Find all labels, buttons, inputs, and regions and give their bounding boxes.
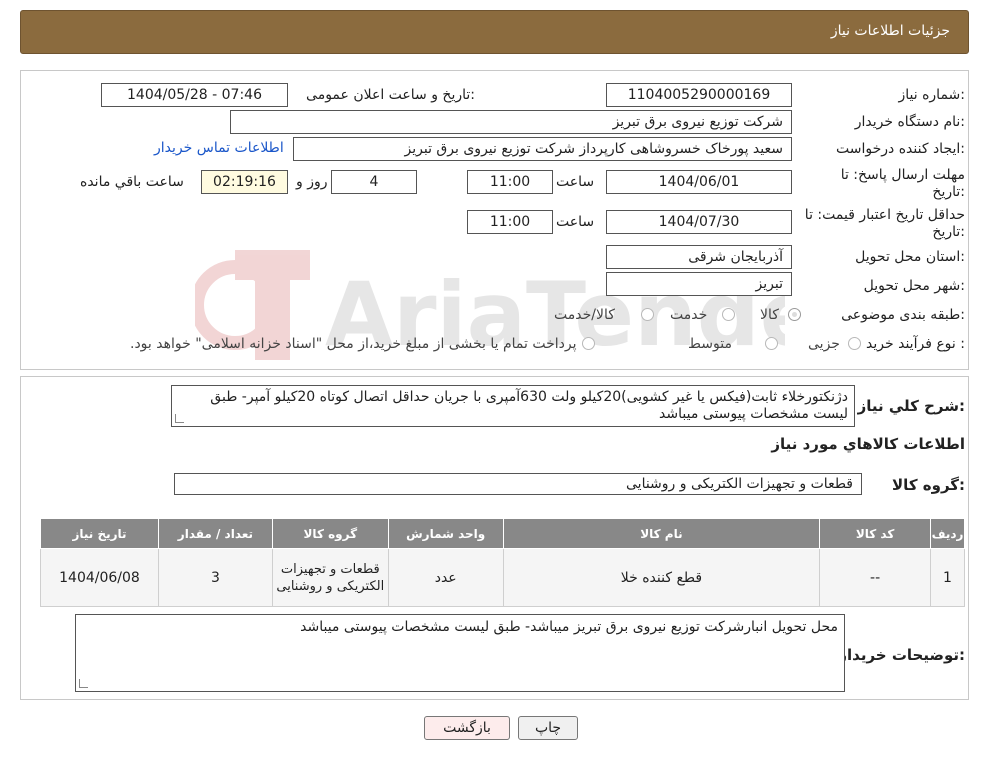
buyer-notes-text: محل تحویل انبارشرکت توزیع نیروی برق تبری… [300,619,838,635]
process-note: پرداخت تمام یا بخشی از مبلغ خرید،از محل … [130,336,577,352]
goods-group-field: قطعات و تجهیزات الکتریکی و روشنایی [174,473,862,495]
page-title: جزئیات اطلاعات نیاز [830,23,950,39]
goods-section-title: اطلاعات کالاهاي مورد نياز [771,435,965,453]
category-label: طبقه بندی موضوعی: [841,307,965,323]
validity-time-field: 11:00 [467,210,553,234]
col-row: رديف [930,518,965,549]
category-option-goods-service: کالا/خدمت [554,307,615,323]
buyer-org-field: شرکت توزیع نیروی برق تبریز [230,110,792,134]
table-row: 1 -- قطع کننده خلا عدد قطعات و تجهیزات ا… [40,548,965,607]
col-group: گروه کالا [271,518,389,549]
validity-label: حداقل تاریخ اعتبار قیمت: تا [804,207,965,223]
process-radio-medium[interactable] [765,337,778,350]
resize-handle-icon[interactable] [175,414,184,423]
days-label: روز و [296,174,328,190]
category-option-service: خدمت [670,307,708,323]
buyer-notes-label: توضیحات خریدار: [838,646,965,664]
cell-code: -- [819,548,932,607]
col-name: نام کالا [502,518,821,549]
province-field: آذربایجان شرقی [606,245,792,269]
creator-label: ایجاد کننده درخواست: [836,141,965,157]
goods-table-header: رديف کد کالا نام کالا واحد شمارش گروه کا… [40,518,965,549]
category-radio-goods-service[interactable] [641,308,654,321]
col-quantity: تعداد / مقدار [158,518,273,549]
category-option-goods: کالا [760,307,779,323]
reply-date-field: 1404/06/01 [606,170,792,194]
col-code: کد کالا [819,518,932,549]
province-label: استان محل تحویل: [855,249,965,265]
buyer-org-label: نام دستگاه خریدار: [854,114,965,130]
goods-group-label: گروه کالا: [892,476,965,494]
category-radio-goods[interactable] [788,308,801,321]
col-unit: واحد شمارش [387,518,504,549]
creator-field: سعید پورخاک خسروشاهی کارپرداز شرکت توزیع… [293,137,792,161]
announce-label: تاریخ و ساعت اعلان عمومی: [306,87,475,103]
process-label: نوع فرآیند خرید : [866,336,965,352]
reply-deadline-label-2: تاریخ: [932,184,965,200]
description-label: شرح کلي نياز: [857,397,965,415]
treasury-checkbox[interactable] [582,337,595,350]
cell-name: قطع کننده خلا [502,548,821,607]
need-number-label: شماره نیاز: [898,87,965,103]
remaining-label: ساعت باقي مانده [80,174,184,190]
cell-quantity: 3 [158,548,273,607]
validity-time-label: ساعت [556,214,595,230]
remaining-time-field: 02:19:16 [201,170,288,194]
reply-deadline-label: مهلت ارسال پاسخ: تا [840,167,965,183]
city-field: تبریز [606,272,792,296]
city-label: شهر محل تحویل: [863,278,965,294]
cell-group: قطعات و تجهیزات الکتریکی و روشنایی [271,548,389,607]
buyer-contact-link[interactable]: اطلاعات تماس خریدار [154,140,284,156]
cell-row: 1 [930,548,965,607]
process-radio-minor[interactable] [848,337,861,350]
page-header: جزئیات اطلاعات نیاز [20,10,969,54]
description-textarea[interactable]: دژنکتورخلاء ثابت(فیکس یا غیر کشویی)20کیل… [171,385,855,427]
process-option-minor: جزیی [808,336,840,352]
validity-label-2: تاریخ: [932,224,965,240]
print-button[interactable]: چاپ [518,716,578,740]
col-need-date: تاريخ نياز [40,518,159,549]
reply-time-label: ساعت [556,174,595,190]
need-number-field: 1104005290000169 [606,83,792,107]
buyer-notes-textarea[interactable]: محل تحویل انبارشرکت توزیع نیروی برق تبری… [75,614,845,692]
announce-field: 1404/05/28 - 07:46 [101,83,288,107]
category-radio-service[interactable] [722,308,735,321]
cell-need-date: 1404/06/08 [40,548,159,607]
reply-time-field: 11:00 [467,170,553,194]
resize-handle-icon[interactable] [79,679,88,688]
goods-table: رديف کد کالا نام کالا واحد شمارش گروه کا… [40,518,965,607]
description-text: دژنکتورخلاء ثابت(فیکس یا غیر کشویی)20کیل… [210,389,848,422]
process-option-medium: متوسط [688,336,732,352]
back-button[interactable]: بازگشت [424,716,510,740]
validity-date-field: 1404/07/30 [606,210,792,234]
cell-unit: عدد [387,548,504,607]
days-field: 4 [331,170,417,194]
